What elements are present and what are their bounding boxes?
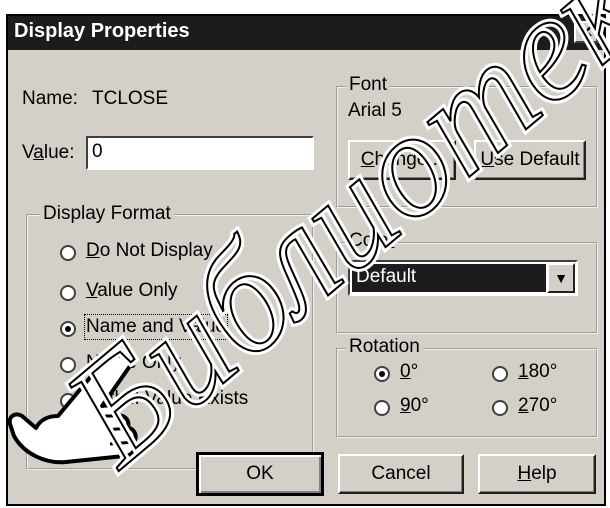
value-label: Value: xyxy=(22,142,75,163)
current-font: Arial 5 xyxy=(348,100,402,121)
radio-button[interactable] xyxy=(60,285,76,301)
color-group-label: Color xyxy=(346,230,398,252)
font-group-label: Font xyxy=(346,74,391,96)
help-button[interactable]: Help xyxy=(478,454,596,494)
name-label: Name: xyxy=(22,88,78,109)
cancel-button[interactable]: Cancel xyxy=(338,454,464,494)
radio-label: 180° xyxy=(518,361,558,382)
ok-button[interactable]: OK xyxy=(196,452,324,496)
radio-button-selected[interactable] xyxy=(60,321,76,337)
rotation-group xyxy=(336,348,598,438)
radio-button-selected[interactable] xyxy=(374,366,390,382)
close-button[interactable]: ✕ xyxy=(574,21,598,43)
radio-label: Name and Value xyxy=(83,314,229,340)
display-format-label: Display Format xyxy=(40,203,174,225)
radio-button[interactable] xyxy=(374,400,390,416)
close-icon: ✕ xyxy=(578,22,594,42)
rotation-group-label: Rotation xyxy=(346,336,423,358)
color-dropdown[interactable]: Default ▼ xyxy=(348,260,578,296)
radio-label: Do Not Display xyxy=(86,240,213,261)
hand-pointer-icon xyxy=(7,352,138,465)
dialog-title: Display Properties xyxy=(14,20,190,42)
name-value: TCLOSE xyxy=(92,88,169,109)
radio-label: 90° xyxy=(400,395,429,416)
title-bar[interactable]: Display Properties ✕ xyxy=(8,16,604,50)
dropdown-arrow-icon[interactable]: ▼ xyxy=(547,263,575,293)
radio-button[interactable] xyxy=(492,366,508,382)
use-default-font-button[interactable]: Use Default xyxy=(474,140,586,180)
radio-label: 0° xyxy=(400,361,419,382)
radio-button[interactable] xyxy=(492,400,508,416)
radio-label: 270° xyxy=(518,395,558,416)
change-font-button[interactable]: Change... xyxy=(348,140,456,180)
value-input[interactable]: 0 xyxy=(86,136,314,170)
color-selected-value: Default xyxy=(352,264,546,292)
radio-button[interactable] xyxy=(60,245,76,261)
radio-label: Value Only xyxy=(86,280,178,301)
